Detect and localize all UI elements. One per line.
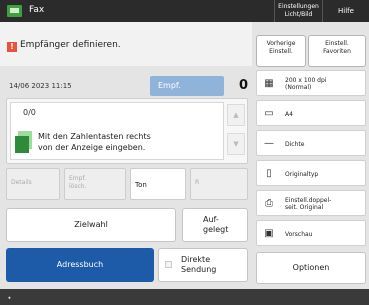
on-hook-label-1: Auf- (203, 215, 219, 224)
scroll-down-button[interactable]: ▼ (227, 133, 245, 155)
scroll-up-button[interactable]: ▲ (227, 104, 245, 126)
recipients-label: Empf. (150, 76, 224, 96)
side-item-resolution[interactable]: ▦ 200 x 100 dpi (Normal) (256, 70, 366, 96)
r-button[interactable]: R (190, 168, 248, 200)
entry-hint: Mit den Zahlentasten rechts von der Anze… (38, 131, 151, 153)
r-label: R (195, 179, 200, 186)
side-label-line1: Einstell.doppel- (285, 197, 332, 204)
alert-icon: ! (7, 42, 17, 52)
top-bar: Fax Einstellungen Licht/Bild Hilfe (0, 0, 369, 22)
brightness-settings-button[interactable]: Einstellungen Licht/Bild (274, 0, 322, 22)
help-button[interactable]: Hilfe (322, 0, 369, 22)
delete-label-2: lösch. (69, 183, 87, 190)
on-hook-button[interactable]: Auf- gelegt (182, 208, 248, 242)
favorite-settings-button[interactable]: Einstell. Favoriten (308, 35, 366, 67)
resolution-icon: ▦ (264, 78, 274, 89)
recipients-count: 0 (238, 78, 248, 93)
direct-send-label-2: Sendung (181, 265, 217, 274)
paper-size-icon: ▭ (264, 108, 274, 119)
side-item-original-type[interactable]: ▯ Originaltyp (256, 160, 366, 186)
entry-panel: 0/0 Mit den Zahlentasten rechts von der … (6, 98, 248, 164)
direct-send-toggle-icon (165, 261, 172, 268)
fav-label-1: Einstell. (325, 40, 349, 47)
details-label: Details (11, 179, 32, 186)
side-item-paper-size[interactable]: ▭ A4 (256, 100, 366, 126)
direct-send-label-1: Direkte (181, 255, 211, 264)
options-button[interactable]: Optionen (256, 252, 366, 284)
details-button[interactable]: Details (6, 168, 60, 200)
hint-line-2: von der Anzeige eingeben. (38, 143, 146, 152)
previous-settings-button[interactable]: Vorherige Einstell. (256, 35, 306, 67)
prev-label-1: Vorherige (266, 40, 296, 47)
fav-label-2: Favoriten (323, 48, 351, 55)
density-icon: — (264, 138, 274, 149)
side-item-label: Dichte (285, 140, 305, 148)
hint-line-1: Mit den Zahlentasten rechts (38, 132, 151, 141)
settings-label-line2: Licht/Bild (284, 11, 313, 18)
side-label-line2: (Normal) (285, 84, 312, 91)
on-hook-label-2: gelegt (203, 225, 229, 234)
address-book-button[interactable]: Adressbuch (6, 248, 154, 282)
tone-button[interactable]: Ton (130, 168, 186, 200)
side-item-label: A4 (285, 110, 293, 118)
fax-icon (7, 5, 22, 17)
app-title: Fax (29, 5, 45, 15)
header: ! Empfänger definieren. (0, 22, 252, 66)
delete-recipient-button[interactable]: Empf. lösch. (64, 168, 126, 200)
duplex-original-icon: ⎙ (265, 198, 273, 209)
number-entry-box[interactable]: 0/0 Mit den Zahlentasten rechts von der … (10, 102, 224, 160)
speed-dial-button[interactable]: Zielwahl (6, 208, 176, 242)
side-item-label: Vorschau (285, 230, 313, 238)
original-type-icon: ▯ (266, 168, 272, 179)
side-label-line2: seit. Original (285, 204, 324, 211)
side-item-label: 200 x 100 dpi (Normal) (285, 71, 326, 97)
entry-counter: 0/0 (23, 108, 36, 117)
direct-send-button[interactable]: Direkte Sendung (158, 248, 248, 282)
lock-icon: ⬩ (8, 293, 11, 302)
prev-label-2: Einstell. (269, 48, 293, 55)
side-item-preview[interactable]: ▣ Vorschau (256, 220, 366, 246)
settings-label-line1: Einstellungen (278, 3, 319, 10)
preview-icon: ▣ (264, 228, 274, 239)
page-title: Empfänger definieren. (20, 40, 121, 50)
side-item-label: Einstell.doppel-seit. Original (285, 191, 331, 217)
footer-bar: ⬩ (0, 289, 369, 305)
side-item-density[interactable]: — Dichte (256, 130, 366, 156)
delete-label-1: Empf. (69, 175, 87, 182)
side-label-line1: 200 x 100 dpi (285, 77, 327, 84)
datetime: 14/06 2023 11:15 (9, 82, 72, 90)
keypad-icon (15, 131, 33, 153)
side-item-duplex-original[interactable]: ⎙ Einstell.doppel-seit. Original (256, 190, 366, 216)
side-item-label: Originaltyp (285, 170, 319, 178)
settings-side-menu: ▦ 200 x 100 dpi (Normal) ▭ A4 — Dichte ▯ … (256, 70, 366, 248)
